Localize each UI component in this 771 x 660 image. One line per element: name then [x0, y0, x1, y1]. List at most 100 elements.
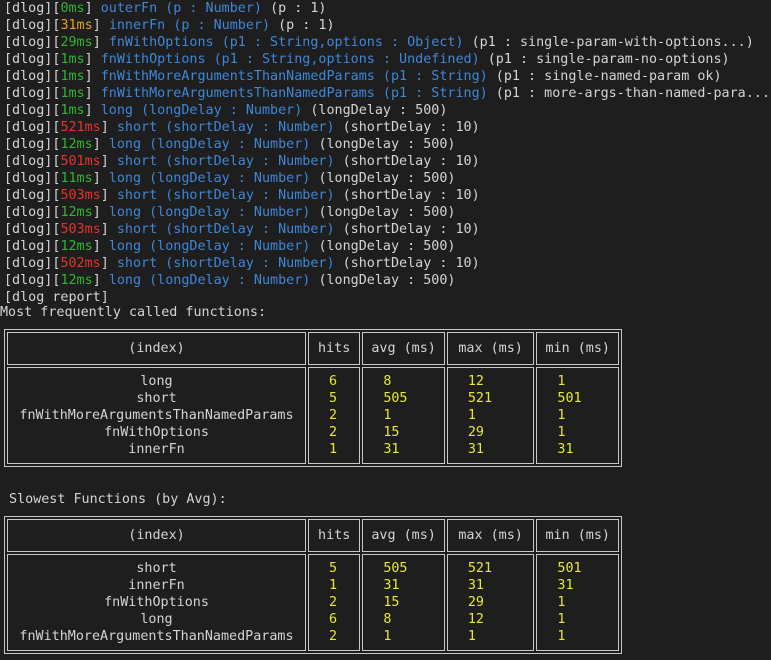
stat-cell: 2 [328, 595, 338, 610]
bracket-close: ] [100, 154, 117, 169]
log-function-name: long [108, 171, 142, 186]
function-name-cell: fnWithMoreArgumentsThanNamedParams [19, 408, 294, 423]
bracket-close: ] [92, 239, 109, 254]
log-line: [dlog][1ms] fnWithOptions (p1 : String,o… [4, 51, 771, 68]
log-prefix: [dlog] [4, 35, 53, 50]
log-signature: (p1 : String,options : Object) [221, 35, 464, 50]
log-function-name: fnWithMoreArgumentsThanNamedParams [100, 86, 375, 101]
log-prefix: [dlog] [4, 256, 53, 271]
bracket-close: ] [92, 137, 109, 152]
log-args: (p1 : single-param-no-options) [487, 52, 730, 67]
log-args: (shortDelay : 10) [342, 120, 480, 135]
log-prefix: [dlog] [4, 273, 53, 288]
log-time: 12ms [60, 273, 93, 288]
log-line: [dlog][503ms] short (shortDelay : Number… [4, 221, 771, 238]
value-column: 501 31 1 1 1 [536, 554, 619, 651]
log-time: 29ms [60, 35, 93, 50]
stat-cell: 5 [328, 391, 338, 406]
stat-cell: 31 [557, 442, 574, 457]
log-line: [dlog][12ms] long (longDelay : Number) (… [4, 272, 771, 289]
log-function-name: fnWithOptions [108, 35, 214, 50]
column-header: hits [307, 332, 361, 365]
log-line: [dlog][12ms] long (longDelay : Number) (… [4, 204, 771, 221]
stat-cell: 521 [467, 561, 493, 576]
bracket-close: ] [92, 205, 109, 220]
stat-cell: 1 [557, 425, 566, 440]
log-line: [dlog][31ms] innerFn (p : Number) (p : 1… [4, 17, 771, 34]
log-args: (longDelay : 500) [318, 171, 456, 186]
stat-cell: 2 [328, 629, 338, 644]
stat-cell: 12 [467, 612, 484, 627]
bracket-close: ] [100, 222, 117, 237]
bracket-close: ] [92, 171, 109, 186]
log-args: (p1 : single-param-with-options...) [471, 35, 754, 50]
stat-cell: 1 [557, 595, 566, 610]
stat-cell: 505 [383, 561, 408, 576]
log-prefix: [dlog] [4, 188, 53, 203]
log-time: 31ms [60, 18, 93, 33]
log-signature: (shortDelay : Number) [165, 256, 335, 271]
function-name-cell: innerFn [128, 442, 185, 457]
log-function-name: long [108, 273, 142, 288]
stat-cell: 1 [557, 408, 566, 423]
log-time: 12ms [60, 239, 93, 254]
log-signature: (shortDelay : Number) [165, 188, 335, 203]
log-function-name: long [108, 205, 142, 220]
most-called-table: (index) hits avg (ms) max (ms) min (ms) long s… [4, 329, 622, 467]
stat-cell: 15 [383, 595, 400, 610]
stat-cell: 31 [467, 442, 484, 457]
log-time: 1ms [60, 86, 85, 101]
log-function-name: long [108, 137, 142, 152]
log-function-name: short [116, 256, 158, 271]
function-name-cell: fnWithMoreArgumentsThanNamedParams [19, 629, 294, 644]
log-signature: (p1 : String,options : Undefined) [213, 52, 480, 67]
bracket-close: ] [100, 120, 117, 135]
stat-cell: 8 [383, 612, 392, 627]
log-prefix: [dlog] [4, 86, 53, 101]
stat-cell: 1 [383, 629, 392, 644]
stat-cell: 8 [383, 374, 392, 389]
stat-cell: 1 [328, 578, 338, 593]
log-signature: (longDelay : Number) [149, 273, 311, 288]
log-signature: (longDelay : Number) [149, 205, 311, 220]
stat-cell: 29 [467, 425, 484, 440]
function-name-cell: innerFn [128, 578, 185, 593]
log-time: 501ms [60, 154, 101, 169]
log-time: 1ms [60, 52, 85, 67]
log-line: [dlog][29ms] fnWithOptions (p1 : String,… [4, 34, 771, 51]
log-prefix: [dlog] [4, 222, 53, 237]
value-column: 505 31 15 8 1 [362, 554, 445, 651]
column-header: max (ms) [446, 332, 535, 365]
stat-cell: 1 [467, 629, 476, 644]
log-prefix: [dlog] [4, 239, 53, 254]
log-signature: (p : Number) [173, 18, 271, 33]
stat-cell: 6 [328, 612, 338, 627]
value-column: 1 501 1 1 31 [536, 367, 619, 464]
log-time: 11ms [60, 171, 93, 186]
log-line: [dlog][502ms] short (shortDelay : Number… [4, 255, 771, 272]
stat-cell: 31 [467, 578, 484, 593]
console-log-output: [dlog][0ms] outerFn (p : Number) (p : 1)… [4, 0, 771, 306]
log-function-name: innerFn [108, 18, 166, 33]
table1-heading: Most frequently called functions: [0, 305, 267, 320]
log-prefix: [dlog] [4, 120, 53, 135]
log-function-name: long [108, 239, 142, 254]
column-header: min (ms) [536, 332, 619, 365]
log-time: 1ms [60, 69, 85, 84]
column-header: min (ms) [536, 519, 619, 552]
log-function-name: short [116, 120, 158, 135]
log-args: (longDelay : 500) [318, 137, 456, 152]
stat-cell: 29 [467, 595, 484, 610]
log-time: 521ms [60, 120, 101, 135]
stat-cell: 1 [557, 629, 566, 644]
log-function-name: short [116, 154, 158, 169]
log-args: (longDelay : 500) [318, 239, 456, 254]
log-line: [dlog][12ms] long (longDelay : Number) (… [4, 238, 771, 255]
